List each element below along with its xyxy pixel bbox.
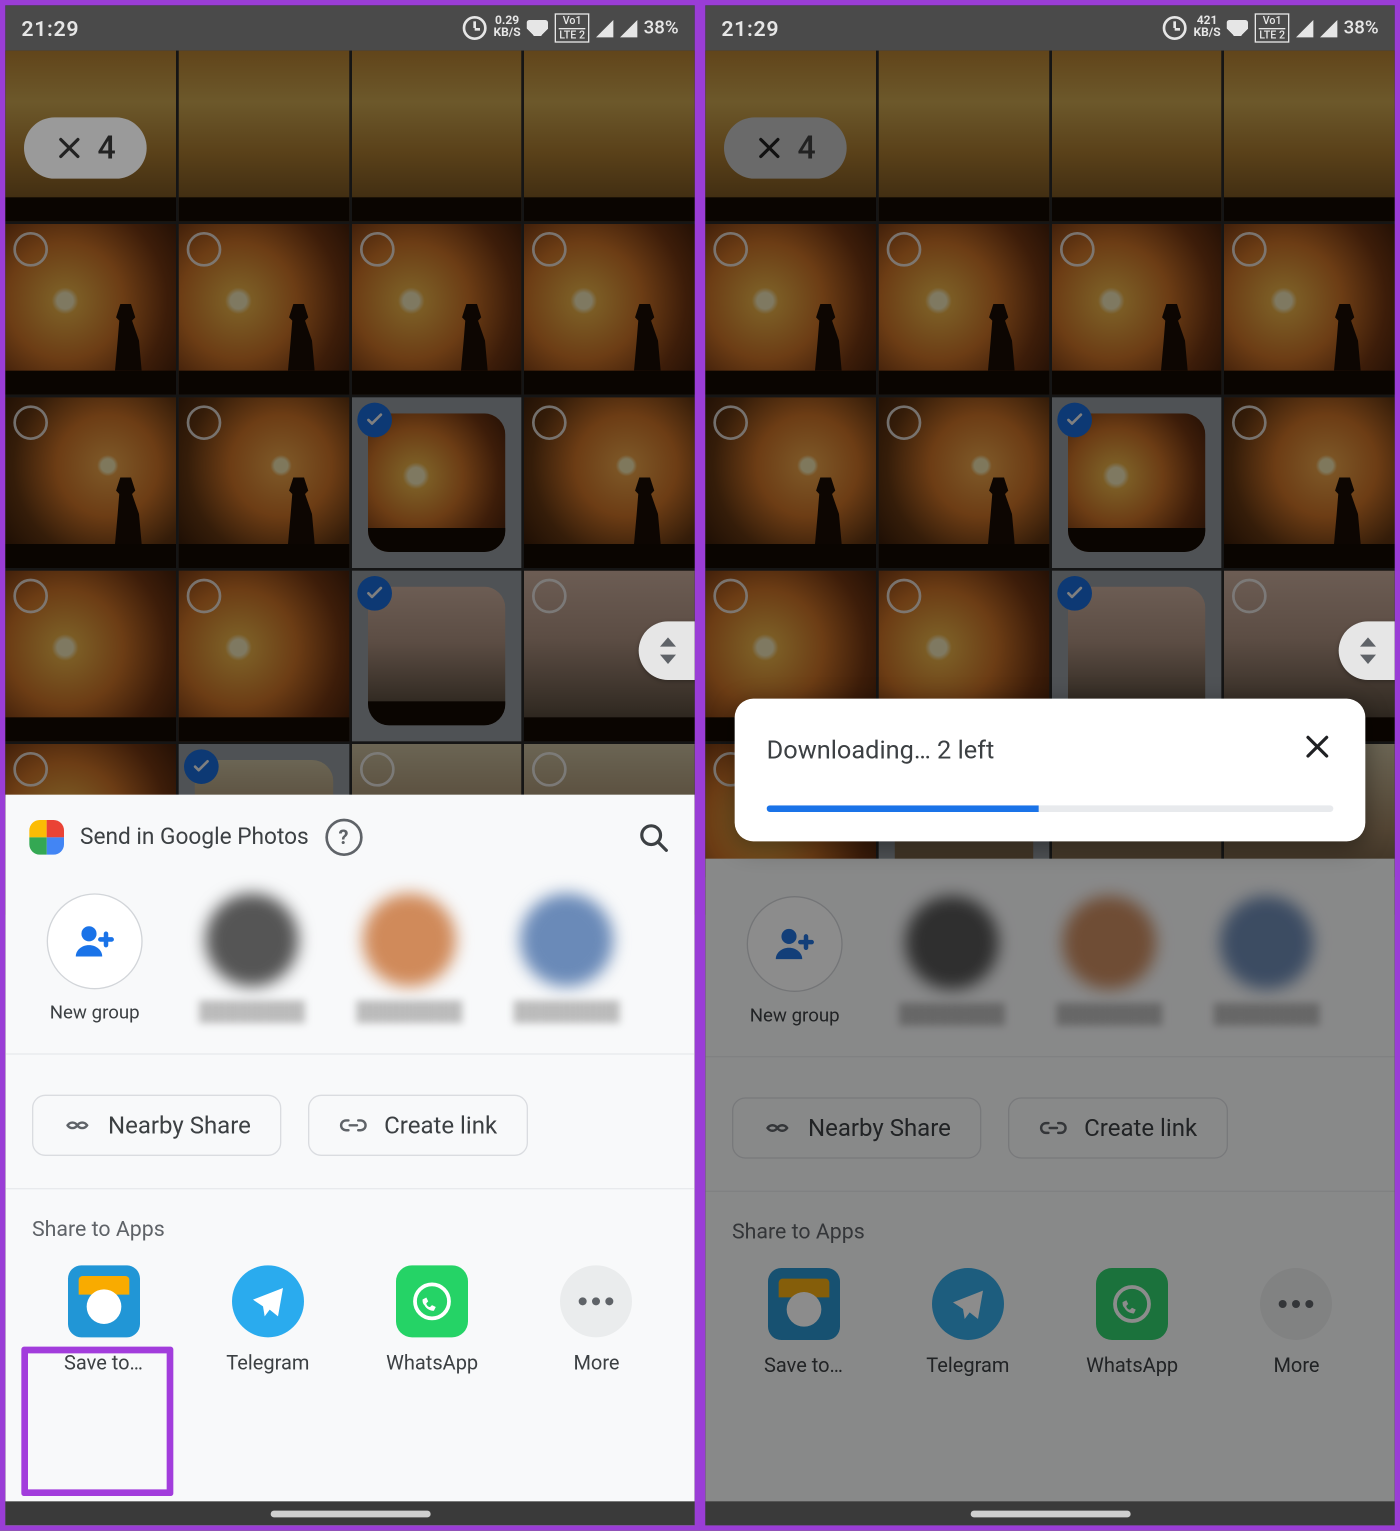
telegram-icon — [232, 1265, 304, 1337]
selection-count: 4 — [798, 129, 816, 166]
status-bar: 21:29 421KB/S Vo1LTE 2 38% — [705, 5, 1394, 50]
link-icon — [1039, 1113, 1068, 1142]
create-link-button[interactable]: Create link — [1008, 1097, 1228, 1158]
status-time: 21:29 — [721, 15, 779, 40]
share-sheet: Send in Google Photos ? New group ██████… — [5, 795, 694, 1526]
share-title: Send in Google Photos — [80, 824, 309, 851]
new-group-button[interactable]: New group — [735, 896, 855, 1027]
close-icon — [1301, 731, 1333, 763]
save-to-device-app[interactable]: Save to… — [30, 1265, 177, 1374]
whatsapp-app[interactable]: WhatsApp — [1059, 1268, 1206, 1377]
contacts-row[interactable]: New group ████████ ████████ ████████ — [705, 877, 1394, 1056]
signal-1-icon — [596, 19, 613, 36]
close-icon[interactable] — [55, 133, 84, 162]
net-speed: 0.29KB/S — [493, 16, 520, 40]
net-speed: 421KB/S — [1193, 16, 1220, 40]
signal-1-icon — [1296, 19, 1313, 36]
lte-icon: Vo1LTE 2 — [1255, 13, 1289, 43]
battery-text: 38% — [644, 17, 679, 38]
signal-2-icon — [620, 19, 637, 36]
fast-scroll-handle[interactable] — [639, 621, 698, 680]
contact-1[interactable]: ████████ — [892, 896, 1012, 1027]
telegram-icon — [932, 1268, 1004, 1340]
wifi-icon — [527, 20, 548, 36]
save-to-device-app[interactable]: Save to… — [730, 1268, 877, 1377]
photo-grid[interactable]: 4 — [5, 51, 694, 798]
download-progress-bar — [767, 805, 1334, 812]
download-message: Downloading… 2 left — [767, 734, 995, 765]
contact-3[interactable]: ████████ — [507, 893, 627, 1024]
more-icon — [560, 1265, 632, 1337]
wifi-icon — [1227, 20, 1248, 36]
signal-2-icon — [1320, 19, 1337, 36]
contact-2[interactable]: ████████ — [1049, 896, 1169, 1027]
download-dialog: Downloading… 2 left — [735, 699, 1366, 842]
help-icon[interactable]: ? — [325, 819, 362, 856]
create-link-button[interactable]: Create link — [308, 1095, 528, 1156]
download-close-button[interactable] — [1301, 731, 1333, 768]
battery-text: 38% — [1344, 17, 1379, 38]
more-icon — [1260, 1268, 1332, 1340]
selection-pill[interactable]: 4 — [724, 117, 847, 178]
alarm-icon — [1163, 16, 1187, 40]
google-photos-icon — [29, 820, 64, 855]
save-to-device-icon — [67, 1265, 139, 1337]
share-sheet: New group ████████ ████████ ████████ Nea… — [705, 859, 1394, 1526]
whatsapp-icon — [1096, 1268, 1168, 1340]
nearby-share-button[interactable]: Nearby Share — [32, 1095, 282, 1156]
contact-3[interactable]: ████████ — [1207, 896, 1327, 1027]
selection-count: 4 — [98, 129, 116, 166]
link-icon — [339, 1111, 368, 1140]
new-group-button[interactable]: New group — [35, 893, 155, 1024]
new-group-icon — [747, 896, 843, 992]
nearby-share-button[interactable]: Nearby Share — [732, 1097, 982, 1158]
nearby-share-icon — [763, 1113, 792, 1142]
more-apps[interactable]: More — [523, 1265, 670, 1374]
phone-right: 21:29 421KB/S Vo1LTE 2 38% 4 — [700, 0, 1400, 1531]
nav-bar[interactable] — [705, 1502, 1394, 1526]
telegram-app[interactable]: Telegram — [894, 1268, 1041, 1377]
share-to-apps-title: Share to Apps — [705, 1192, 1394, 1255]
nearby-share-icon — [63, 1111, 92, 1140]
status-time: 21:29 — [21, 15, 79, 40]
new-group-icon — [47, 893, 143, 989]
alarm-icon — [463, 16, 487, 40]
selection-pill[interactable]: 4 — [24, 117, 147, 178]
contact-1[interactable]: ████████ — [192, 893, 312, 1024]
fast-scroll-handle[interactable] — [1339, 621, 1398, 680]
lte-icon: Vo1LTE 2 — [555, 13, 589, 43]
nav-bar[interactable] — [5, 1502, 694, 1526]
whatsapp-icon — [396, 1265, 468, 1337]
status-bar: 21:29 0.29KB/S Vo1LTE 2 38% — [5, 5, 694, 50]
whatsapp-app[interactable]: WhatsApp — [359, 1265, 506, 1374]
phone-left: 21:29 0.29KB/S Vo1LTE 2 38% — [0, 0, 700, 1531]
close-icon[interactable] — [755, 133, 784, 162]
telegram-app[interactable]: Telegram — [194, 1265, 341, 1374]
more-apps[interactable]: More — [1223, 1268, 1370, 1377]
contact-2[interactable]: ████████ — [349, 893, 469, 1024]
save-to-device-icon — [767, 1268, 839, 1340]
share-to-apps-title: Share to Apps — [5, 1189, 694, 1252]
search-icon[interactable] — [636, 820, 671, 855]
contacts-row[interactable]: New group ████████ ████████ ████████ — [5, 875, 694, 1054]
